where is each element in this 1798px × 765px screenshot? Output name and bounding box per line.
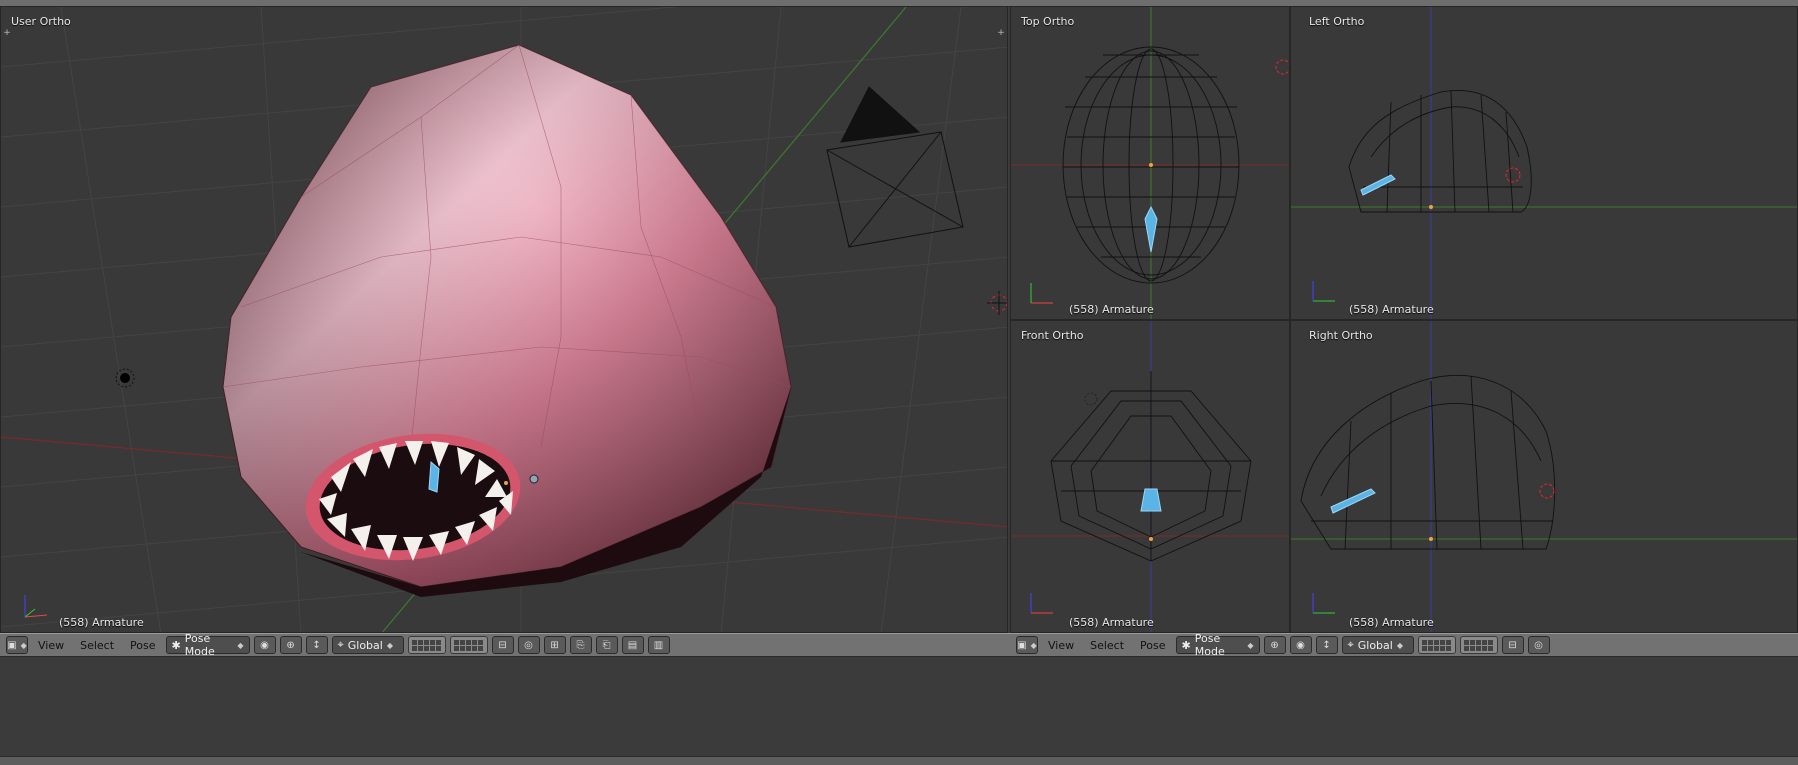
- proportional-edit-icon[interactable]: ◎: [1527, 636, 1550, 654]
- dropdown-caret-icon: ◆: [237, 640, 244, 650]
- user-ortho-scene: [1, 7, 1007, 632]
- paste-pose-icon[interactable]: ⎗: [595, 636, 618, 654]
- pose-mode-icon: ✱: [171, 638, 181, 652]
- viewport-title: Top Ortho: [1021, 15, 1075, 28]
- dropdown-caret-icon: ◆: [1247, 640, 1254, 650]
- viewport-header-right: ▣ ◆ View Select Pose ✱ Pose Mode ◆ ⊕ ◉ ↕ …: [1010, 632, 1798, 658]
- snap-icon[interactable]: ⊞: [543, 636, 566, 654]
- viewport-shading-icon[interactable]: ◉: [253, 636, 276, 654]
- right-ortho-wireframe: [1291, 321, 1797, 632]
- creature-mesh: [222, 44, 792, 597]
- viewport-left-ortho[interactable]: Left Ortho (558) Armature: [1290, 6, 1798, 320]
- 3d-cursor-icon: [1275, 59, 1289, 75]
- mode-select-label: Pose Mode: [1194, 632, 1225, 658]
- pivot-icon[interactable]: ⊕: [279, 636, 302, 654]
- copy-pose-icon[interactable]: ⎘: [569, 636, 592, 654]
- viewport-status: (558) Armature: [59, 616, 144, 629]
- layers-grid-2[interactable]: [1459, 636, 1498, 654]
- front-ortho-wireframe: [1011, 321, 1289, 632]
- viewport-top-ortho[interactable]: Top Ortho (558) Armature: [1010, 6, 1290, 320]
- viewport-title: Left Ortho: [1309, 15, 1365, 28]
- mode-select-label: Pose Mode: [184, 632, 215, 658]
- orientation-select-label: Global: [1357, 638, 1393, 652]
- viewport-header-left: ▣ ◆ View Select Pose ✱ Pose Mode ◆ ◉ ⊕ ↕ …: [0, 632, 1010, 658]
- top-ortho-wireframe: [1011, 7, 1289, 319]
- dropdown-caret-icon: ◆: [386, 640, 393, 650]
- left-ortho-wireframe: [1291, 7, 1797, 319]
- viewport-status: (558) Armature: [1069, 303, 1154, 316]
- viewport-user-ortho[interactable]: User Ortho (558) Armature + +: [0, 6, 1008, 633]
- orientation-select-label: Global: [347, 638, 383, 652]
- orientation-select[interactable]: ⌖ Global ◆: [331, 636, 404, 654]
- pivot-icon[interactable]: ◉: [1289, 636, 1312, 654]
- camera-icon[interactable]: ▥: [647, 636, 670, 654]
- menu-select[interactable]: Select: [74, 636, 120, 654]
- viewport-title: User Ortho: [11, 15, 71, 28]
- viewport-status: (558) Armature: [1349, 303, 1434, 316]
- mode-select[interactable]: ✱ Pose Mode ◆: [1175, 632, 1260, 658]
- 3d-view-icon[interactable]: ▣ ◆: [1016, 636, 1038, 654]
- layers-grid-1[interactable]: [1417, 636, 1456, 654]
- proportional-edit-icon[interactable]: ◎: [517, 636, 540, 654]
- layers-grid-1[interactable]: [407, 636, 446, 654]
- viewport-right-ortho[interactable]: Right Ortho (558) Armature: [1290, 320, 1798, 633]
- viewport-status: (558) Armature: [1349, 616, 1434, 629]
- mode-select[interactable]: ✱ Pose Mode ◆: [165, 632, 250, 658]
- 3d-cursor-icon: [987, 291, 1007, 315]
- render-icon[interactable]: ▤: [621, 636, 644, 654]
- lock-icon[interactable]: ⊟: [1501, 636, 1524, 654]
- viewport-title: Front Ortho: [1021, 329, 1084, 342]
- orientation-icon: ⌖: [337, 638, 344, 651]
- viewport-title: Right Ortho: [1309, 329, 1373, 342]
- pose-mode-icon: ✱: [1181, 638, 1191, 652]
- corner-widget-icon[interactable]: +: [997, 29, 1005, 38]
- viewport-status: (558) Armature: [1069, 616, 1154, 629]
- manipulator-icon[interactable]: ↕: [305, 636, 328, 654]
- menu-pose[interactable]: Pose: [1134, 636, 1171, 654]
- corner-widget-icon[interactable]: +: [3, 29, 11, 38]
- menu-select[interactable]: Select: [1084, 636, 1130, 654]
- axis-gizmo: [24, 595, 48, 618]
- lock-icon[interactable]: ⊟: [491, 636, 514, 654]
- viewport-shading-icon[interactable]: ⊕: [1263, 636, 1286, 654]
- viewport-front-ortho[interactable]: Front Ortho (558) Armature: [1010, 320, 1290, 633]
- 3d-view-icon[interactable]: ▣ ◆: [6, 636, 28, 654]
- menu-view[interactable]: View: [1042, 636, 1080, 654]
- layers-grid-2[interactable]: [449, 636, 488, 654]
- manipulator-icon[interactable]: ↕: [1315, 636, 1338, 654]
- camera-object: [826, 86, 964, 248]
- menu-pose[interactable]: Pose: [124, 636, 161, 654]
- menu-view[interactable]: View: [32, 636, 70, 654]
- dropdown-caret-icon: ◆: [1396, 640, 1403, 650]
- orientation-select[interactable]: ⌖ Global ◆: [1341, 636, 1414, 654]
- orientation-icon: ⌖: [1347, 638, 1354, 651]
